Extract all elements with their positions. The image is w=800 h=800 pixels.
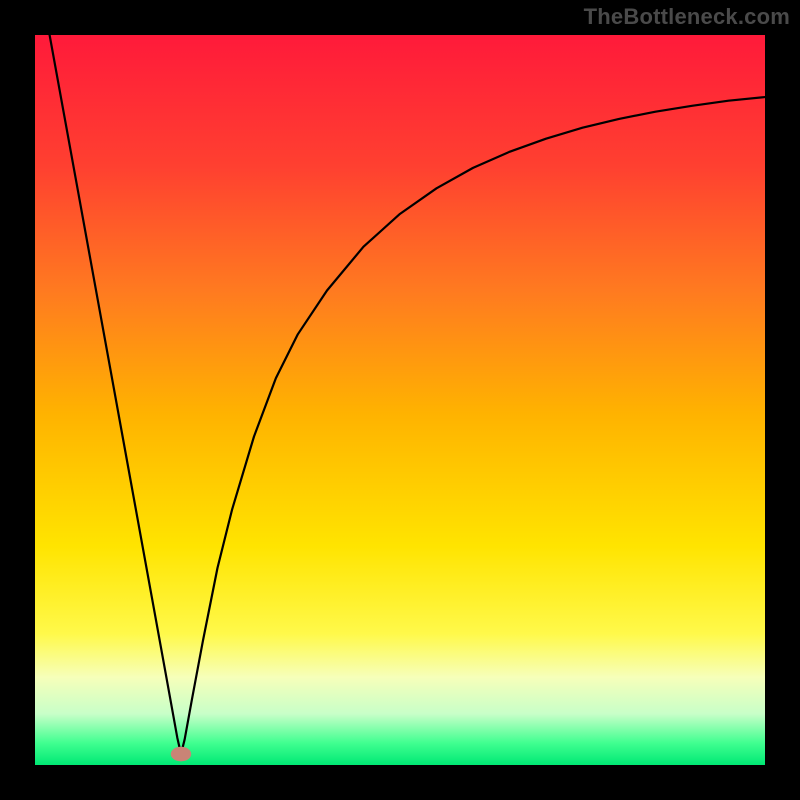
chart-background: [35, 35, 765, 765]
watermark-text: TheBottleneck.com: [584, 4, 790, 30]
chart-frame: TheBottleneck.com: [0, 0, 800, 800]
chart-plot: [35, 35, 765, 765]
chart-svg: [35, 35, 765, 765]
minimum-marker: [171, 747, 191, 762]
